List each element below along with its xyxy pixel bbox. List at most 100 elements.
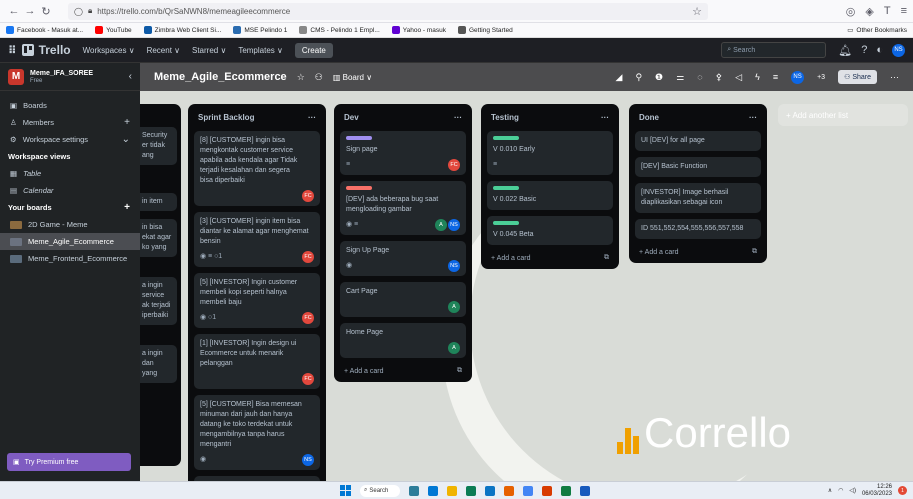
firefox-icon[interactable] bbox=[504, 485, 514, 496]
add-list-button[interactable]: + Add another list bbox=[778, 104, 908, 126]
back-icon[interactable]: ← bbox=[6, 5, 22, 17]
member-avatar[interactable]: NS bbox=[302, 454, 314, 466]
explorer-icon[interactable] bbox=[428, 485, 438, 496]
template-icon[interactable]: ⧉ bbox=[457, 367, 462, 375]
list-header[interactable]: Done ··· bbox=[635, 109, 761, 125]
menu-icon[interactable]: ≡ bbox=[901, 5, 907, 18]
app-switcher-icon[interactable]: ⠿ bbox=[8, 44, 17, 57]
menu-templates[interactable]: Templates ∨ bbox=[238, 46, 283, 55]
trello-logo[interactable]: ⠿ Trello bbox=[8, 43, 71, 57]
member-count[interactable]: +3 bbox=[817, 74, 825, 81]
bookmark-item[interactable]: CMS - Pelindo 1 Empl... bbox=[299, 26, 380, 34]
card-label[interactable] bbox=[493, 186, 519, 190]
card[interactable]: [DEV] ada beberapa bug saat mengloading … bbox=[340, 181, 466, 235]
automation-icon[interactable]: ⚲ bbox=[635, 72, 642, 83]
star-icon[interactable]: ☆ bbox=[297, 72, 305, 83]
card[interactable]: V 0.045 Beta bbox=[487, 216, 613, 245]
bookmark-item[interactable]: Yahoo - masuk bbox=[391, 26, 446, 34]
visibility-icon[interactable]: ⚇ bbox=[315, 72, 323, 83]
address-bar[interactable]: ◯ 🔒︎ https://trello.com/b/QrSaNWN8/memea… bbox=[68, 2, 708, 20]
theme-icon[interactable]: ◐ bbox=[876, 44, 883, 56]
rocket-icon[interactable]: ◢ bbox=[616, 72, 623, 83]
card-label[interactable] bbox=[346, 186, 372, 190]
card[interactable]: Home Page A bbox=[340, 323, 466, 358]
add-card-button[interactable]: + Add a card ⧉ bbox=[487, 252, 613, 264]
sort-icon[interactable]: ≡ bbox=[773, 72, 778, 82]
create-button[interactable]: Create bbox=[294, 42, 333, 58]
card[interactable]: [5] [CUSTOMER] Bisa memesan minuman dari… bbox=[194, 395, 320, 470]
menu-workspaces[interactable]: Workspaces ∨ bbox=[83, 46, 135, 55]
card[interactable]: UI [DEV] for all page bbox=[635, 131, 761, 151]
member-avatar[interactable]: FC bbox=[302, 190, 314, 202]
card[interactable]: [5] [INVESTOR] Ingin customer membeli ko… bbox=[194, 273, 320, 328]
list-header[interactable]: Dev ··· bbox=[340, 109, 466, 125]
add-card-button[interactable]: + Add a card ⧉ bbox=[635, 246, 761, 258]
workspace-name[interactable]: Meme_IFA_SOREE bbox=[30, 69, 93, 78]
bookmark-item[interactable]: YouTube bbox=[95, 26, 132, 34]
member-avatar[interactable]: A bbox=[435, 219, 447, 231]
reload-icon[interactable]: ↻ bbox=[38, 5, 54, 18]
partial-card[interactable]: in bisa ekat agar ko yang bbox=[140, 219, 177, 257]
search-input[interactable]: ⌕ Search bbox=[721, 42, 827, 58]
card[interactable]: Sign Up Page ◉ NS bbox=[340, 241, 466, 276]
notification-icon[interactable]: 🔔︎ bbox=[838, 44, 852, 57]
chevron-down-icon[interactable]: ⌄ bbox=[122, 134, 130, 145]
lightning-icon[interactable]: ◌ bbox=[697, 72, 702, 82]
list-title[interactable]: Testing bbox=[491, 113, 519, 122]
member-avatar[interactable]: A bbox=[448, 301, 460, 313]
forward-icon[interactable]: → bbox=[22, 5, 38, 17]
card[interactable]: [INVESTOR] Image berhasil diaplikasikan … bbox=[635, 183, 761, 213]
board-view-switcher[interactable]: ▥ Board ∨ bbox=[333, 73, 372, 82]
member-avatar[interactable]: NS bbox=[448, 219, 460, 231]
card-label[interactable] bbox=[493, 221, 519, 225]
partial-card[interactable]: a ingin service ak terjadi iperbaiki bbox=[140, 277, 177, 325]
member-avatar[interactable]: FC bbox=[302, 312, 314, 324]
member-avatar[interactable]: A bbox=[448, 342, 460, 354]
flash-icon[interactable]: ϟ bbox=[755, 72, 760, 82]
list-title[interactable]: Dev bbox=[344, 113, 359, 122]
add-member-icon[interactable]: + bbox=[124, 117, 130, 128]
sidebar-board-2d-game[interactable]: 2D Game - Meme bbox=[0, 216, 140, 233]
wifi-icon[interactable]: ◠ bbox=[838, 487, 843, 494]
edge-icon[interactable] bbox=[485, 485, 495, 496]
partial-card[interactable]: in item bbox=[140, 193, 177, 211]
app-icon[interactable] bbox=[542, 485, 552, 496]
card[interactable]: [3] [CUSTOMER] ingin item bisa diantar k… bbox=[194, 212, 320, 267]
text-icon[interactable]: T bbox=[884, 5, 891, 18]
list-header[interactable]: Testing ··· bbox=[487, 109, 613, 125]
member-avatar[interactable]: FC bbox=[302, 373, 314, 385]
bookmark-item[interactable]: Facebook - Masuk at... bbox=[6, 26, 83, 34]
list-title[interactable]: Sprint Backlog bbox=[198, 113, 254, 122]
sidebar-board-frontend-ecommerce[interactable]: Meme_Frontend_Ecommerce bbox=[0, 250, 140, 267]
list-menu-icon[interactable]: ··· bbox=[601, 113, 609, 122]
volume-icon[interactable]: ◁) bbox=[849, 487, 856, 494]
windows-start-icon[interactable] bbox=[340, 485, 351, 496]
card[interactable]: V 0.022 Basic bbox=[487, 181, 613, 210]
member-avatar[interactable]: NS bbox=[448, 260, 460, 272]
taskbar-search[interactable]: ⌕ Search bbox=[360, 484, 400, 497]
share-button[interactable]: ⚇ Share bbox=[838, 70, 877, 84]
card-label[interactable] bbox=[493, 136, 519, 140]
partial-card[interactable]: Security er tidak ang bbox=[140, 127, 177, 165]
clock[interactable]: 12:26 06/03/2023 bbox=[862, 484, 892, 498]
list-menu-icon[interactable]: ··· bbox=[308, 113, 316, 122]
card[interactable]: [DEV] Basic Function bbox=[635, 157, 761, 177]
avatar[interactable]: NS bbox=[892, 43, 905, 57]
menu-starred[interactable]: Starred ∨ bbox=[192, 46, 226, 55]
member-avatar[interactable]: FC bbox=[302, 251, 314, 263]
store-icon[interactable] bbox=[466, 485, 476, 496]
send-icon[interactable]: ◁ bbox=[735, 72, 742, 83]
other-bookmarks[interactable]: ▭ Other Bookmarks bbox=[847, 26, 907, 35]
pin-icon[interactable]: ⚴ bbox=[716, 72, 723, 83]
notification-badge[interactable]: 1 bbox=[898, 486, 907, 495]
list-title[interactable]: Done bbox=[639, 113, 659, 122]
list-menu-icon[interactable]: ··· bbox=[454, 113, 462, 122]
sidebar-item-boards[interactable]: ▣ Boards bbox=[0, 97, 140, 114]
try-premium-button[interactable]: ▣ Try Premium free bbox=[7, 453, 131, 471]
help-icon[interactable]: ? bbox=[861, 44, 867, 56]
template-icon[interactable]: ⧉ bbox=[752, 248, 757, 256]
sidebar-board-agile-ecommerce[interactable]: Meme_Agile_Ecommerce bbox=[0, 233, 140, 250]
template-icon[interactable]: ⧉ bbox=[604, 254, 609, 262]
card[interactable]: Sign page ≡ FC bbox=[340, 131, 466, 175]
board-title[interactable]: Meme_Agile_Ecommerce bbox=[154, 71, 287, 83]
